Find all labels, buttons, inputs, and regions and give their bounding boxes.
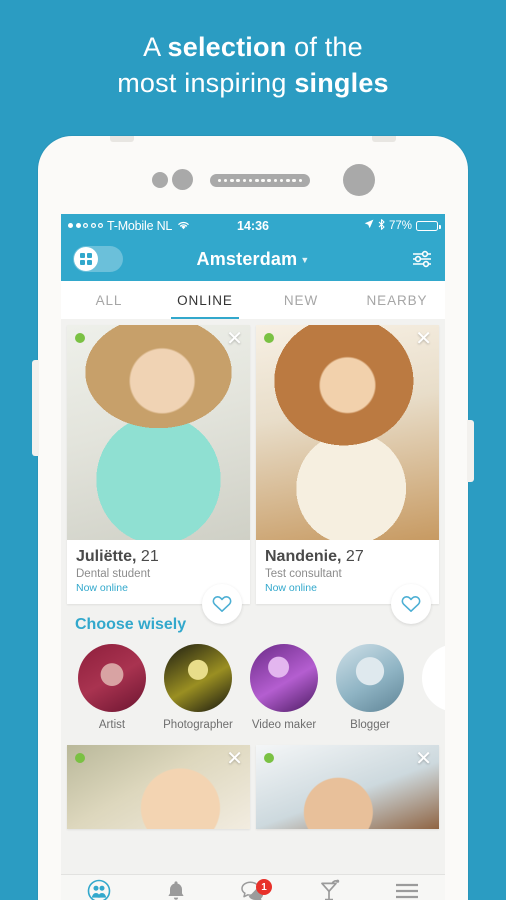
- headline-text-2a: most inspiring: [117, 68, 295, 98]
- tabbar-item-members[interactable]: Members: [61, 875, 138, 900]
- promo-headline: A selection of the most inspiring single…: [0, 0, 506, 132]
- member-card[interactable]: ✕: [67, 745, 250, 830]
- volume-button: [32, 360, 39, 456]
- member-cards-row: ✕ Juliëtte, 21 Dental student Now online: [61, 319, 445, 625]
- tab-nearby[interactable]: NEARBY: [349, 281, 445, 319]
- status-bar: T-Mobile NL 14:36 77%: [61, 214, 445, 237]
- phone-antenna-left: [110, 136, 134, 142]
- tabbar-item-messages[interactable]: 1 Messages: [215, 875, 292, 900]
- headline-line-2: most inspiring singles: [117, 66, 389, 102]
- member-card[interactable]: ✕ Juliëtte, 21 Dental student Now online: [67, 325, 250, 625]
- phone-mockup: T-Mobile NL 14:36 77% Amsterdam ▼ ALL ON…: [32, 136, 474, 900]
- category-avatar: [250, 644, 318, 713]
- member-age: 27: [345, 548, 364, 565]
- member-name: Juliëtte, 21: [76, 548, 241, 566]
- tab-all[interactable]: ALL: [61, 281, 157, 319]
- location-title[interactable]: Amsterdam ▼: [61, 249, 445, 270]
- headline-text-2b: singles: [294, 68, 389, 98]
- bottom-navigation-bar: Members Activity 1 Messages Discover: [61, 874, 445, 900]
- phone-antenna-right: [372, 136, 396, 142]
- category-item[interactable]: Photographer: [161, 644, 235, 731]
- location-arrow-icon: [364, 219, 374, 232]
- battery-percent-label: 77%: [388, 219, 412, 232]
- filter-tabs: ALL ONLINE NEW NEARBY: [61, 281, 445, 319]
- category-label: Photographer: [163, 719, 233, 732]
- tab-online[interactable]: ONLINE: [157, 281, 253, 319]
- category-avatar: [78, 644, 146, 713]
- category-avatar: [164, 644, 232, 713]
- member-occupation: Test consultant: [265, 568, 342, 581]
- category-label: Blogger: [350, 719, 390, 732]
- section-title: Choose wisely: [75, 616, 187, 634]
- chevron-down-icon: ▼: [300, 254, 310, 265]
- phone-top-bezel: [38, 160, 468, 204]
- carrier-label: T-Mobile NL: [107, 218, 173, 233]
- headline-line-1: A selection of the: [143, 30, 363, 66]
- close-icon[interactable]: ✕: [415, 749, 432, 769]
- tabbar-item-discover[interactable]: Discover: [291, 875, 368, 900]
- online-status-dot: [264, 333, 274, 343]
- location-name: Amsterdam: [196, 248, 298, 269]
- headline-text-1a: A: [143, 32, 168, 63]
- category-avatar: [336, 644, 404, 713]
- front-camera-icon: [343, 164, 375, 196]
- member-age: 21: [140, 548, 159, 565]
- close-icon[interactable]: ✕: [226, 329, 243, 349]
- category-label: Artist: [98, 719, 126, 732]
- category-item-next[interactable]: Si: [419, 644, 445, 731]
- app-navigation-bar: Amsterdam ▼: [61, 237, 445, 281]
- battery-icon: [416, 220, 441, 231]
- tabbar-item-activity[interactable]: Activity: [138, 875, 215, 900]
- choose-wisely-section: Choose wisely Artist Photographer Video …: [61, 604, 445, 738]
- bluetooth-icon: [378, 218, 385, 233]
- bell-icon: [165, 879, 187, 900]
- member-name-text: Nandenie,: [265, 548, 342, 565]
- member-name: Nandenie, 27: [265, 548, 430, 566]
- light-sensor-icon: [172, 169, 193, 190]
- signal-strength-icon: [68, 223, 103, 228]
- unread-badge: 1: [255, 879, 272, 895]
- member-cards-row-partial: ✕ ✕: [61, 737, 445, 830]
- category-item[interactable]: Artist: [75, 644, 149, 731]
- member-photo[interactable]: ✕: [67, 325, 250, 540]
- category-carousel[interactable]: Artist Photographer Video maker Blogger: [61, 644, 445, 731]
- close-icon[interactable]: ✕: [226, 749, 243, 769]
- member-card[interactable]: ✕ Nandenie, 27 Test consultant Now onlin…: [256, 325, 439, 625]
- status-bar-left: T-Mobile NL: [68, 219, 190, 233]
- chevron-right-icon[interactable]: [422, 644, 445, 713]
- member-card[interactable]: ✕: [256, 745, 439, 830]
- tab-new[interactable]: NEW: [253, 281, 349, 319]
- power-button: [467, 420, 474, 482]
- proximity-sensor-icon: [152, 172, 168, 188]
- member-name-text: Juliëtte,: [76, 548, 137, 565]
- status-bar-right: 77%: [364, 218, 441, 233]
- online-status-dot: [75, 333, 85, 343]
- category-label: Video maker: [251, 719, 317, 732]
- member-occupation: Dental student: [76, 568, 151, 581]
- member-photo[interactable]: ✕: [256, 325, 439, 540]
- phone-screen: T-Mobile NL 14:36 77% Amsterdam ▼ ALL ON…: [61, 214, 445, 900]
- headline-text-1b: selection: [167, 32, 287, 63]
- cocktail-icon: [319, 879, 341, 900]
- tabbar-item-profile[interactable]: Profile: [368, 875, 445, 900]
- earpiece-speaker-icon: [210, 174, 310, 187]
- filter-sliders-icon[interactable]: [411, 249, 433, 269]
- wifi-icon: [177, 219, 190, 233]
- category-label: Si: [419, 719, 445, 731]
- headline-text-1c: of the: [286, 32, 363, 63]
- category-item[interactable]: Video maker: [247, 644, 321, 731]
- hamburger-icon: [394, 881, 420, 900]
- members-icon: [87, 879, 111, 900]
- category-item[interactable]: Blogger: [333, 644, 407, 731]
- close-icon[interactable]: ✕: [415, 329, 432, 349]
